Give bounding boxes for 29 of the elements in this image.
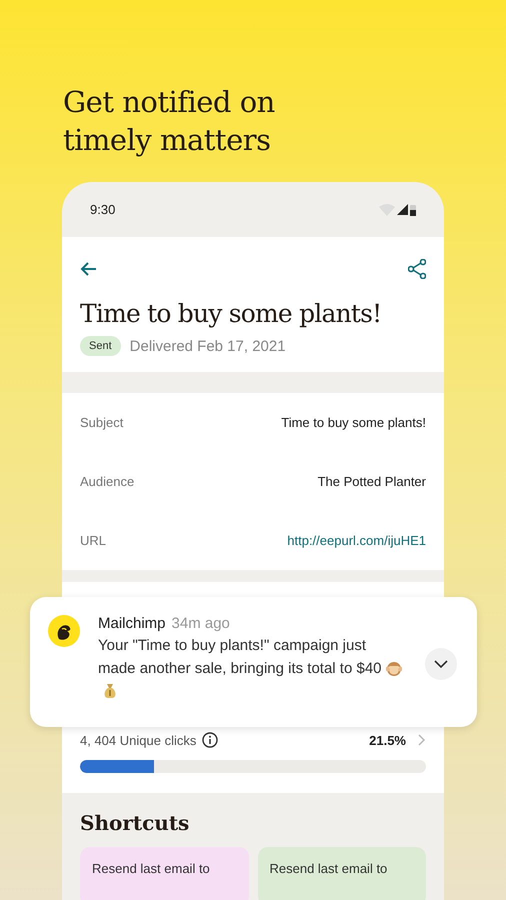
share-icon[interactable] (408, 259, 426, 279)
shortcut-card[interactable]: Resend last email to (258, 847, 426, 900)
delivered-date: Delivered Feb 17, 2021 (130, 338, 286, 354)
info-icon[interactable] (202, 732, 218, 748)
battery-icon (410, 204, 416, 216)
monkey-logo-icon (48, 615, 80, 647)
status-time: 9:30 (90, 202, 116, 217)
detail-value: The Potted Planter (318, 474, 426, 489)
shortcut-card[interactable]: Resend last email to (80, 847, 248, 900)
app-name: Mailchimp (98, 615, 166, 632)
signal-icon (397, 204, 408, 215)
url-link[interactable]: http://eepurl.com/ijuHE1 (287, 533, 426, 548)
notification-message: Your "Time to buy plants!" campaign just made another sale, bringing its total to $40 (98, 637, 382, 677)
headline: Get notified on timely matters (62, 84, 276, 159)
detail-label: URL (80, 533, 106, 548)
section-title: Shortcuts (80, 811, 190, 835)
clicks-percent: 21.5% (369, 732, 406, 748)
detail-value: Time to buy some plants! (281, 415, 426, 430)
notification-time: 34m ago (172, 615, 230, 632)
status-badge: Sent (80, 336, 121, 356)
campaign-title: Time to buy some plants! (80, 299, 382, 328)
expand-button[interactable] (425, 648, 457, 680)
chevron-down-icon (434, 660, 448, 668)
detail-label: Subject (80, 415, 124, 430)
detail-label: Audience (80, 474, 134, 489)
clicks-label: 4, 404 Unique clicks (80, 732, 196, 748)
monkey-face-icon (386, 660, 402, 676)
back-arrow-icon[interactable] (80, 261, 97, 277)
money-bag-icon (102, 683, 118, 699)
